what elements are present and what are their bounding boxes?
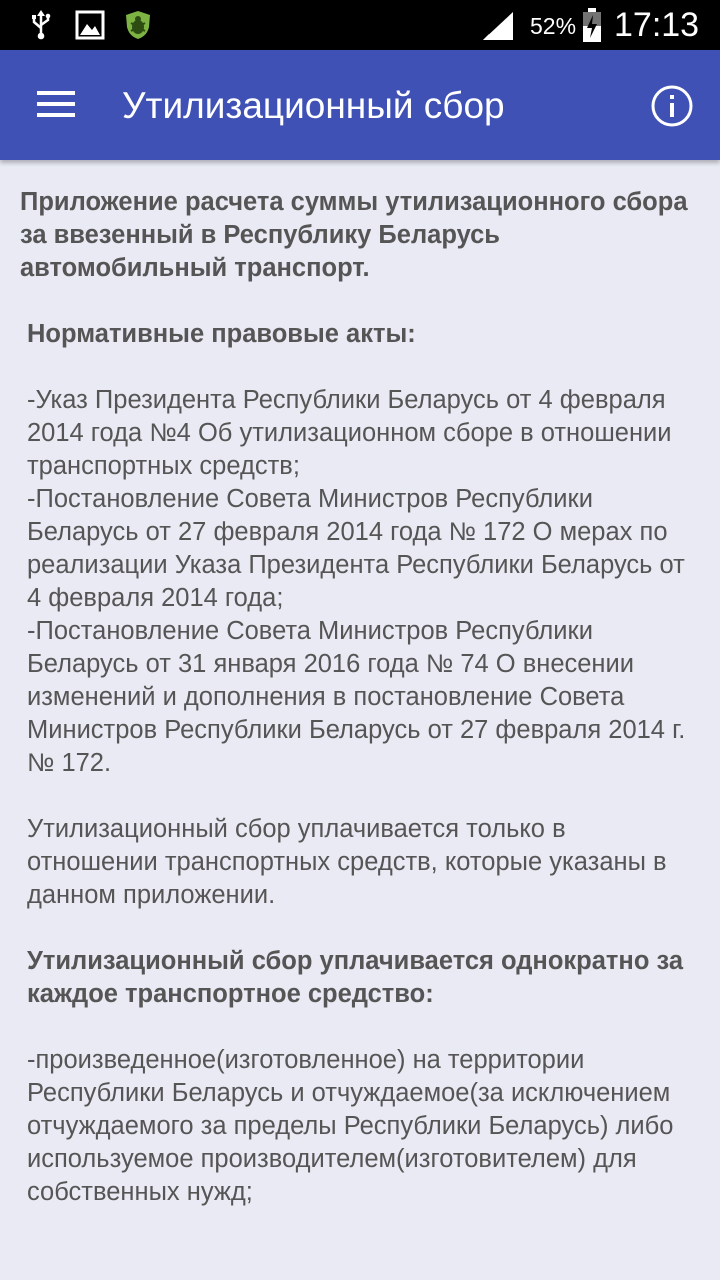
info-button[interactable] xyxy=(646,82,698,134)
clock: 17:13 xyxy=(614,6,700,44)
once-heading: Утилизационный сбор уплачивается однокра… xyxy=(27,947,684,1008)
info-icon xyxy=(650,84,694,133)
battery-charging-icon xyxy=(580,0,604,50)
antivirus-bug-icon xyxy=(120,0,156,50)
acts-heading: Нормативные правовые акты: xyxy=(27,320,416,348)
page-title: Утилизационный сбор xyxy=(122,85,505,126)
intro-text: Приложение расчета суммы утилизационного… xyxy=(20,188,688,282)
act-item: -Постановление Совета Министров Республи… xyxy=(27,617,686,777)
battery-percent: 52% xyxy=(530,13,577,39)
app-bar: Утилизационный сбор xyxy=(0,50,720,160)
content-body: Приложение расчета суммы утилизационного… xyxy=(20,186,700,1209)
act-item: -Указ Президента Республики Беларусь от … xyxy=(27,386,672,480)
act-item: -Постановление Совета Министров Республи… xyxy=(27,485,685,612)
signal-icon xyxy=(480,0,516,50)
once-item: -произведенное(изготовленное) на террито… xyxy=(27,1046,674,1206)
hamburger-menu-icon xyxy=(37,90,75,123)
paid-note: Утилизационный сбор уплачивается только … xyxy=(27,815,667,909)
usb-icon xyxy=(24,0,58,50)
image-notification-icon xyxy=(72,0,108,50)
menu-button[interactable] xyxy=(22,78,90,134)
status-bar: 52% 17:13 xyxy=(0,0,720,50)
